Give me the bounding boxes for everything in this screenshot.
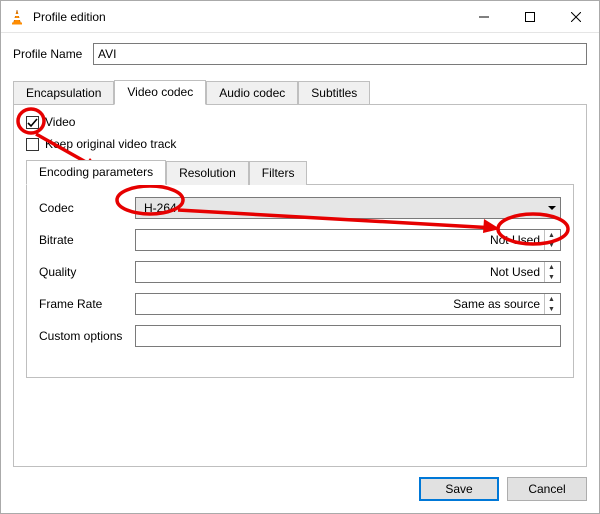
bitrate-input[interactable]: Not Used ▲ ▼ — [135, 229, 561, 251]
tab-subtitles[interactable]: Subtitles — [298, 81, 370, 105]
spin-down-icon[interactable]: ▼ — [545, 304, 558, 314]
spin-down-icon[interactable]: ▼ — [545, 272, 558, 282]
bitrate-row: Bitrate Not Used ▲ ▼ — [39, 229, 561, 251]
vlc-cone-icon — [9, 9, 25, 25]
quality-label: Quality — [39, 265, 135, 279]
close-button[interactable] — [553, 1, 599, 32]
custom-options-input[interactable] — [135, 325, 561, 347]
keep-original-row: Keep original video track — [26, 137, 574, 151]
titlebar: Profile edition — [1, 1, 599, 33]
tab-video-codec[interactable]: Video codec — [114, 80, 206, 105]
window-controls — [461, 1, 599, 32]
sub-tab-resolution[interactable]: Resolution — [166, 161, 249, 185]
profile-name-label: Profile Name — [13, 47, 93, 61]
custom-options-label: Custom options — [39, 329, 135, 343]
framerate-label: Frame Rate — [39, 297, 135, 311]
tab-encapsulation[interactable]: Encapsulation — [13, 81, 114, 105]
framerate-value: Same as source — [142, 297, 544, 311]
spin-up-icon[interactable]: ▲ — [545, 262, 558, 272]
quality-value: Not Used — [142, 265, 544, 279]
minimize-button[interactable] — [461, 1, 507, 32]
codec-select[interactable]: H-264 — [135, 197, 561, 219]
main-tabs: Encapsulation Video codec Audio codec Su… — [13, 79, 587, 104]
framerate-input[interactable]: Same as source ▲ ▼ — [135, 293, 561, 315]
bitrate-value: Not Used — [142, 233, 544, 247]
keep-original-checkbox[interactable] — [26, 138, 39, 151]
cancel-button[interactable]: Cancel — [507, 477, 587, 501]
codec-row: Codec H-264 — [39, 197, 561, 219]
window-title: Profile edition — [33, 10, 461, 24]
framerate-row: Frame Rate Same as source ▲ ▼ — [39, 293, 561, 315]
profile-edition-dialog: Profile edition Profile Name Encapsulati… — [0, 0, 600, 514]
sub-tab-encoding[interactable]: Encoding parameters — [26, 160, 166, 185]
encoding-sub-tabs: Encoding parameters Resolution Filters — [26, 159, 574, 184]
content-area: Profile Name Encapsulation Video codec A… — [1, 33, 599, 467]
codec-value: H-264 — [144, 201, 177, 215]
spin-down-icon[interactable]: ▼ — [545, 240, 558, 250]
custom-options-row: Custom options — [39, 325, 561, 347]
save-button[interactable]: Save — [419, 477, 499, 501]
sub-tab-filters[interactable]: Filters — [249, 161, 308, 185]
keep-original-label: Keep original video track — [45, 137, 176, 151]
maximize-button[interactable] — [507, 1, 553, 32]
spin-up-icon[interactable]: ▲ — [545, 294, 558, 304]
quality-spinner[interactable]: ▲ ▼ — [544, 262, 558, 282]
profile-name-row: Profile Name — [13, 43, 587, 65]
quality-input[interactable]: Not Used ▲ ▼ — [135, 261, 561, 283]
bitrate-spinner[interactable]: ▲ ▼ — [544, 230, 558, 250]
video-enable-label: Video — [45, 115, 75, 129]
chevron-down-icon — [548, 201, 556, 215]
codec-label: Codec — [39, 201, 135, 215]
video-enable-checkbox[interactable] — [26, 116, 39, 129]
bitrate-label: Bitrate — [39, 233, 135, 247]
encoding-parameters-panel: Codec H-264 Bitrate Not Used ▲ ▼ — [26, 184, 574, 378]
video-codec-panel: Video Keep original video track Encoding… — [13, 104, 587, 467]
spin-up-icon[interactable]: ▲ — [545, 230, 558, 240]
dialog-footer: Save Cancel — [1, 467, 599, 513]
tab-audio-codec[interactable]: Audio codec — [206, 81, 298, 105]
framerate-spinner[interactable]: ▲ ▼ — [544, 294, 558, 314]
video-enable-row: Video — [26, 115, 574, 129]
quality-row: Quality Not Used ▲ ▼ — [39, 261, 561, 283]
profile-name-input[interactable] — [93, 43, 587, 65]
